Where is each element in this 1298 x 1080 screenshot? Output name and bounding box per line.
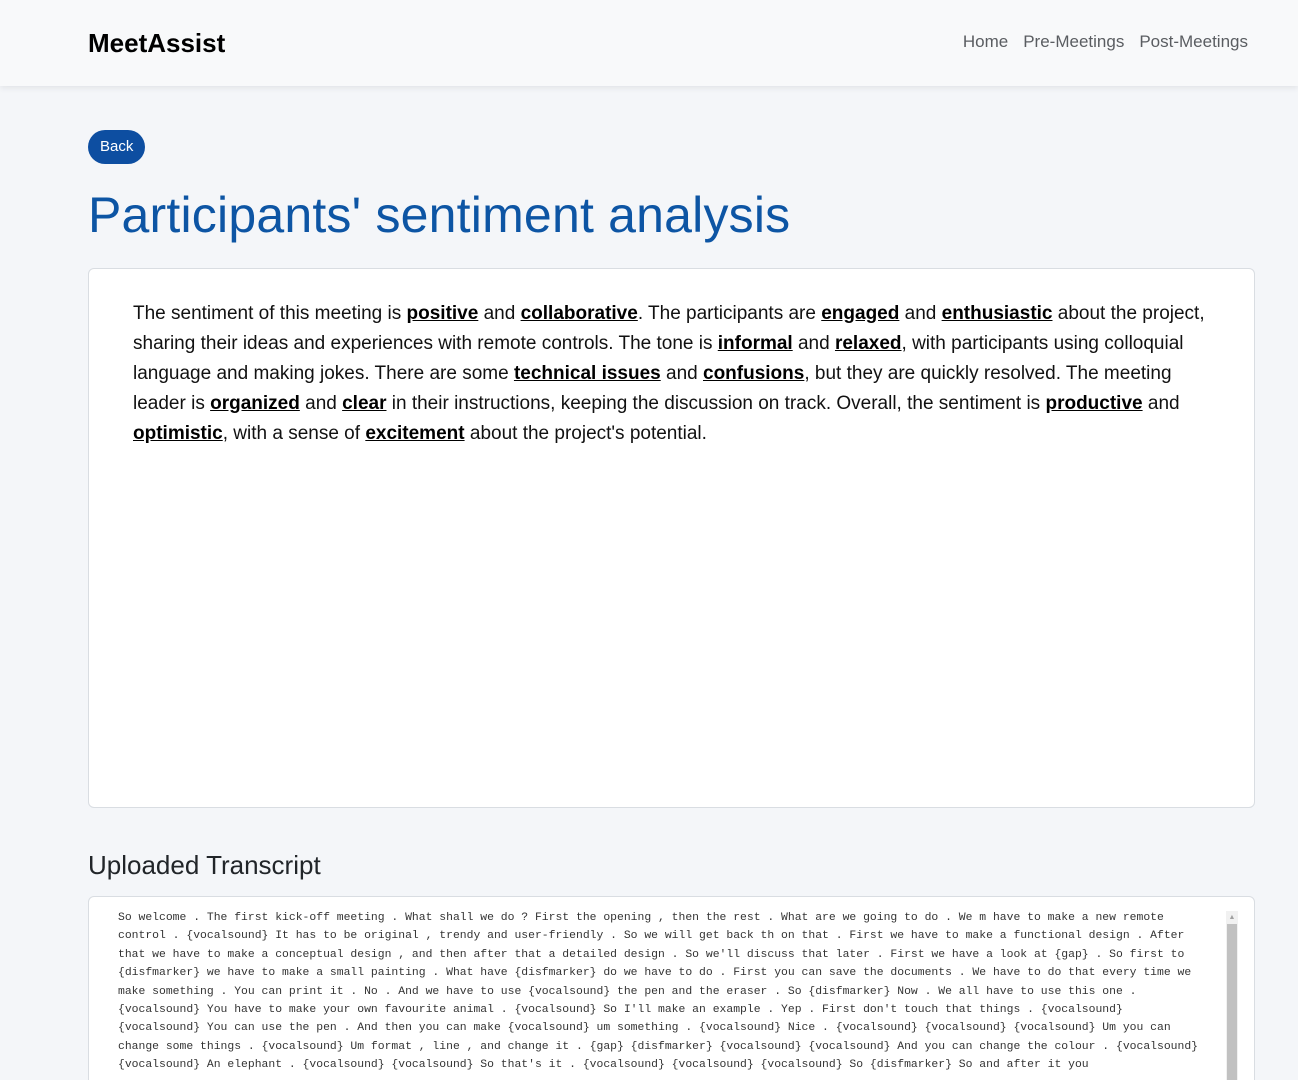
sentiment-keyword: engaged [821, 303, 900, 324]
sentiment-keyword: informal [717, 333, 793, 354]
nav-links: Home Pre-Meetings Post-Meetings [963, 32, 1248, 52]
sentiment-text-segment: and [299, 393, 343, 414]
sentiment-card: The sentiment of this meeting is positiv… [88, 268, 1255, 808]
scroll-up-arrow-icon[interactable]: ▲ [1226, 911, 1238, 923]
nav-link-home[interactable]: Home [963, 32, 1008, 52]
sentiment-keyword: excitement [365, 423, 465, 444]
back-button[interactable]: Back [88, 130, 146, 164]
transcript-scrollbar[interactable]: ▲ [1226, 911, 1238, 1080]
sentiment-text-segment: and [899, 303, 942, 324]
sentiment-text-segment: The sentiment of this meeting is [133, 303, 407, 324]
sentiment-text-segment: and [792, 333, 835, 354]
sentiment-keyword: relaxed [834, 333, 902, 354]
scrollbar-thumb[interactable] [1227, 924, 1237, 1080]
sentiment-keyword: confusions [703, 363, 805, 384]
navbar: MeetAssist Home Pre-Meetings Post-Meetin… [0, 0, 1298, 86]
sentiment-keyword: collaborative [520, 303, 638, 324]
sentiment-text-segment: in their instructions, keeping the discu… [386, 393, 1046, 414]
sentiment-text-segment: and [1142, 393, 1180, 414]
nav-link-pre-meetings[interactable]: Pre-Meetings [1023, 32, 1124, 52]
sentiment-summary: The sentiment of this meeting is positiv… [133, 299, 1213, 449]
sentiment-keyword: technical issues [513, 363, 661, 384]
sentiment-text-segment: and [660, 363, 703, 384]
sentiment-text-segment: and [478, 303, 521, 324]
transcript-text: So welcome . The first kick-off meeting … [118, 912, 1199, 1072]
sentiment-keyword: enthusiastic [941, 303, 1053, 324]
transcript-title: Uploaded Transcript [88, 850, 321, 880]
nav-link-post-meetings[interactable]: Post-Meetings [1139, 32, 1248, 52]
sentiment-text-segment: about the project's potential. [464, 423, 707, 444]
sentiment-keyword: productive [1045, 393, 1143, 414]
sentiment-text-segment: . The participants are [637, 303, 822, 324]
sentiment-keyword: organized [210, 393, 300, 414]
sentiment-keyword: clear [342, 393, 387, 414]
sentiment-keyword: optimistic [133, 423, 223, 444]
sentiment-keyword: positive [406, 303, 479, 324]
page-title: Participants' sentiment analysis [88, 187, 791, 243]
sentiment-text-segment: , with a sense of [222, 423, 366, 444]
brand-logo[interactable]: MeetAssist [88, 28, 225, 59]
transcript-box[interactable]: So welcome . The first kick-off meeting … [88, 896, 1255, 1080]
